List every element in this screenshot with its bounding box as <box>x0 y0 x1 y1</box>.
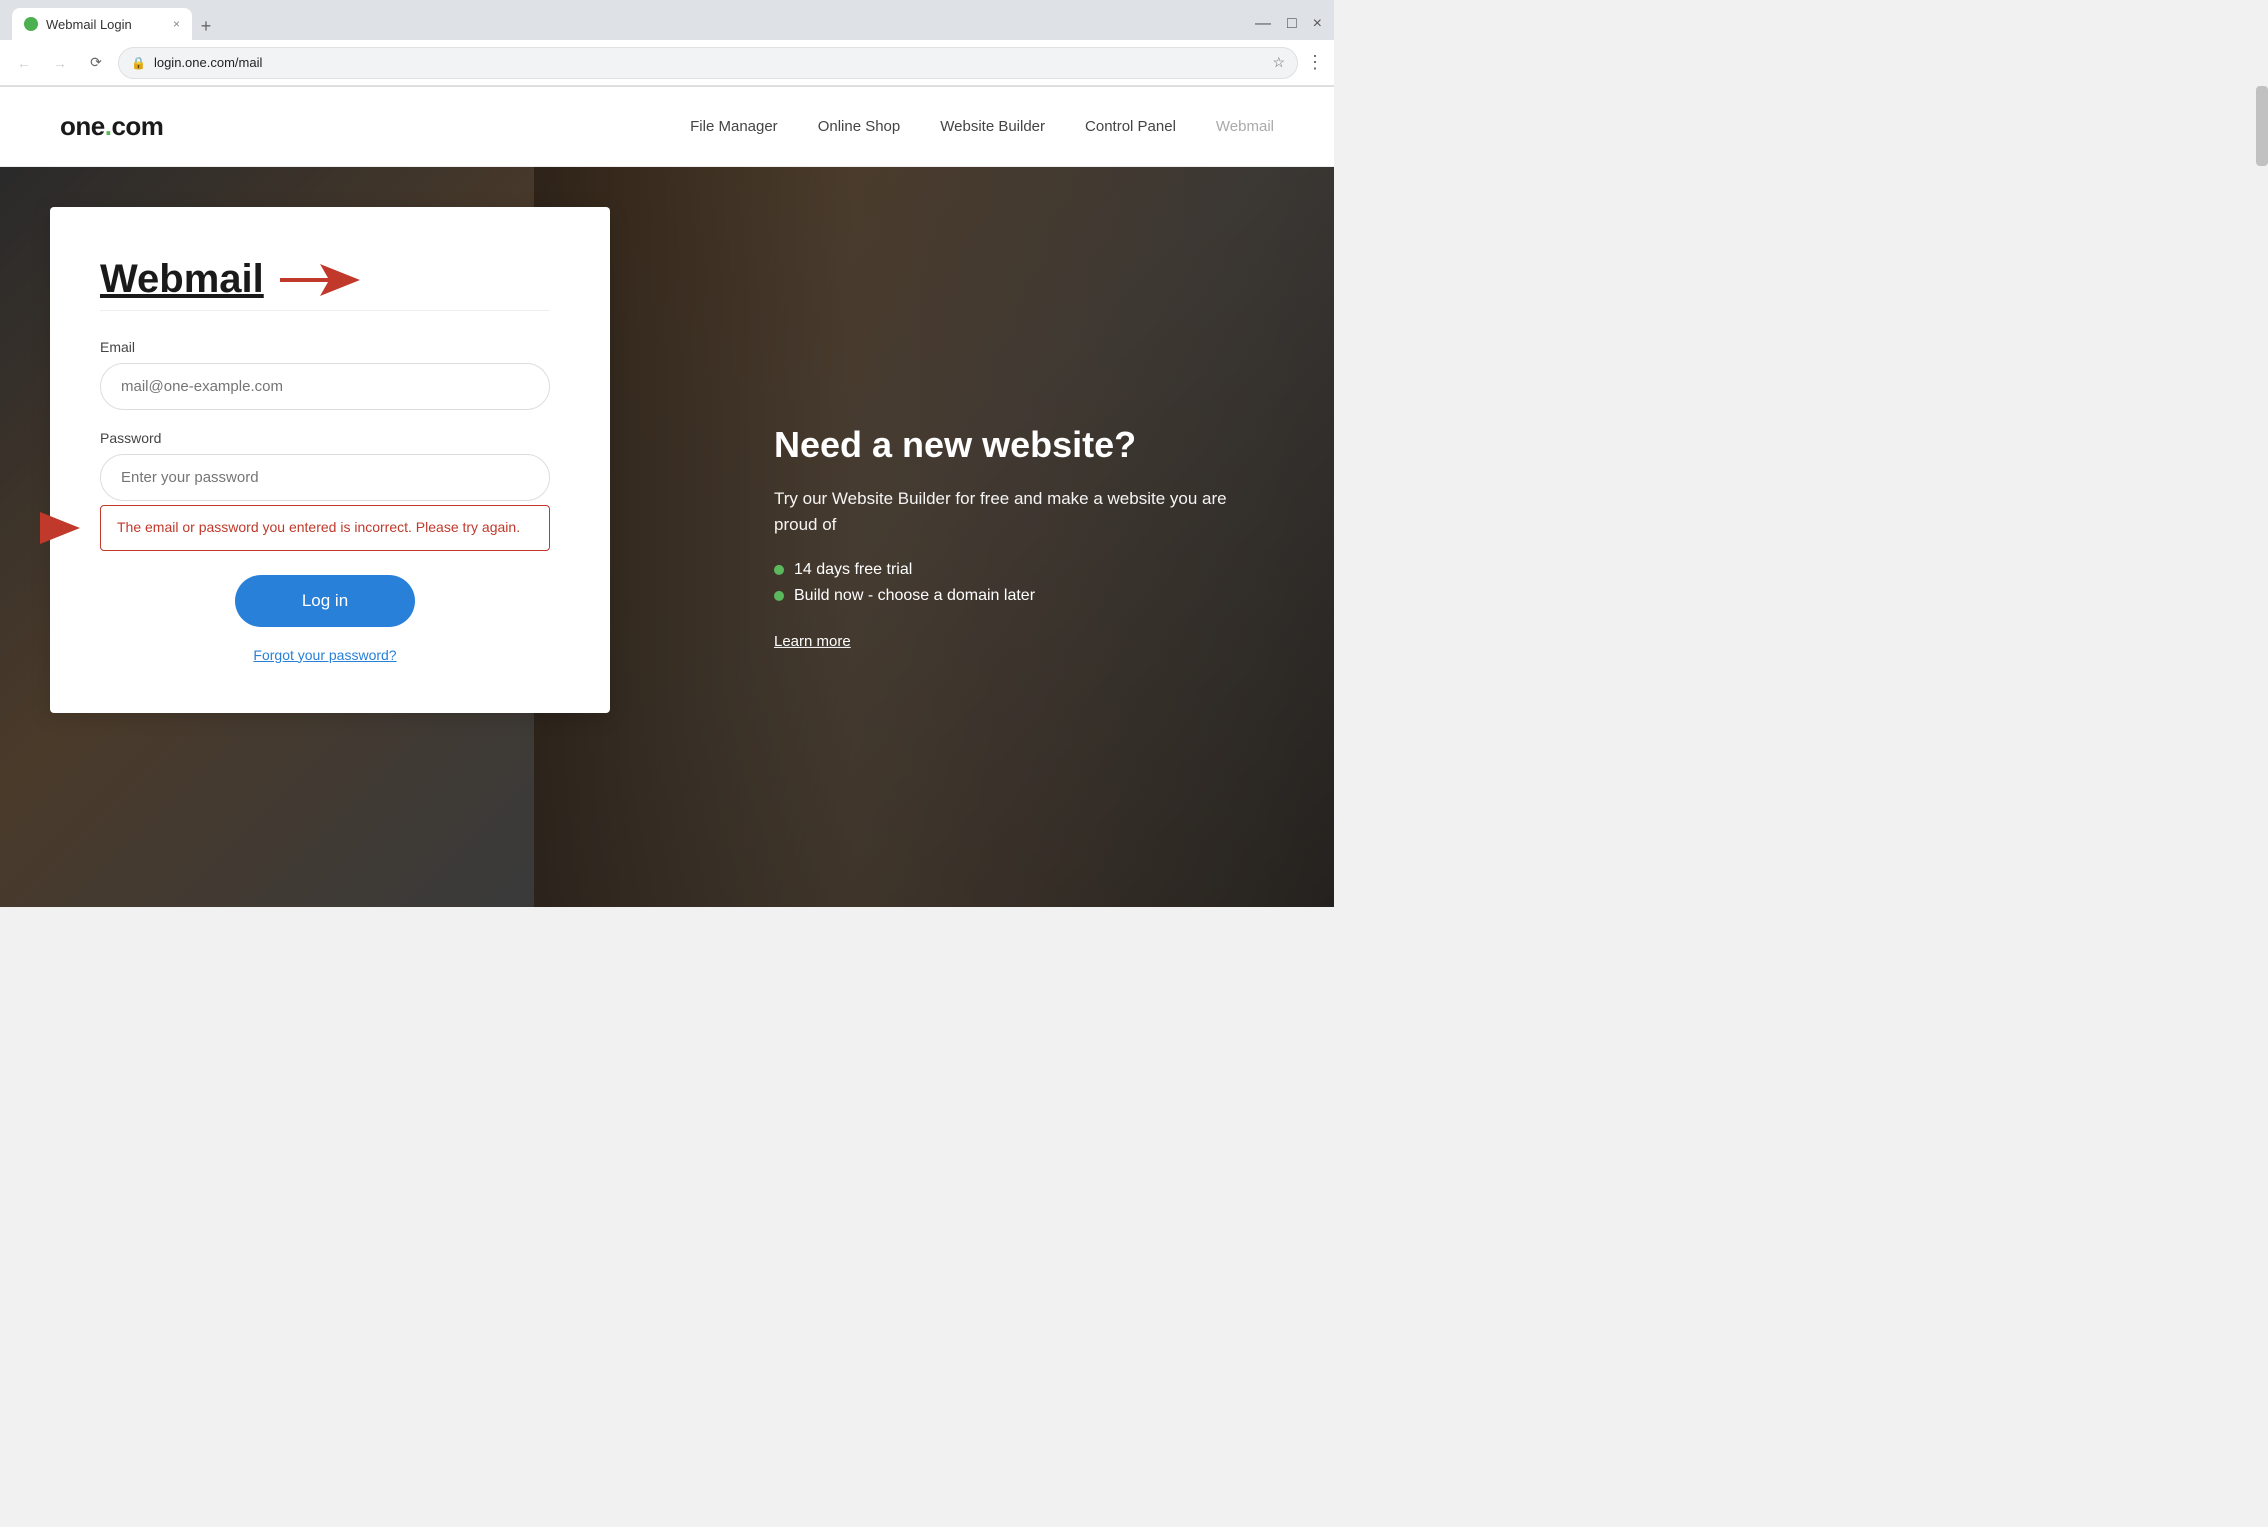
hero-bullet-2-text: Build now - choose a domain later <box>794 587 1035 605</box>
address-text: login.one.com/mail <box>154 55 1264 70</box>
back-button[interactable]: ← <box>10 49 38 77</box>
nav-website-builder[interactable]: Website Builder <box>940 118 1045 135</box>
maximize-button[interactable]: □ <box>1287 15 1297 33</box>
browser-chrome: Webmail Login × + — □ × ← → ⟳ 🔒 login.on… <box>0 0 1334 87</box>
nav-control-panel[interactable]: Control Panel <box>1085 118 1176 135</box>
login-divider <box>100 310 550 311</box>
window-controls: — □ × <box>1255 15 1322 33</box>
website-content: one.com File Manager Online Shop Website… <box>0 87 1334 907</box>
password-label: Password <box>100 430 550 446</box>
error-container: The email or password you entered is inc… <box>100 505 550 551</box>
scrollbar-thumb[interactable] <box>2256 86 2268 166</box>
error-message-box: The email or password you entered is inc… <box>100 505 550 551</box>
forward-button[interactable]: → <box>46 49 74 77</box>
reload-button[interactable]: ⟳ <box>82 49 110 77</box>
hero-learn-more-link[interactable]: Learn more <box>774 633 851 650</box>
nav-file-manager[interactable]: File Manager <box>690 118 778 135</box>
scrollbar[interactable] <box>2256 86 2268 926</box>
browser-menu-button[interactable]: ⋮ <box>1306 52 1324 73</box>
error-message-text: The email or password you entered is inc… <box>117 518 520 538</box>
minimize-button[interactable]: — <box>1255 15 1271 33</box>
tab-favicon <box>24 17 38 31</box>
active-tab[interactable]: Webmail Login × <box>12 8 192 40</box>
bullet-dot-2 <box>774 591 784 601</box>
login-card: Webmail Email Password The email <box>50 207 610 713</box>
email-input[interactable] <box>100 363 550 410</box>
nav-webmail[interactable]: Webmail <box>1216 118 1274 135</box>
hero-subtitle: Try our Website Builder for free and mak… <box>774 486 1274 537</box>
webmail-title-row: Webmail <box>100 257 550 302</box>
logo-com: com <box>111 111 163 141</box>
site-header: one.com File Manager Online Shop Website… <box>0 87 1334 167</box>
browser-toolbar: ← → ⟳ 🔒 login.one.com/mail ☆ ⋮ <box>0 40 1334 86</box>
arrow-svg <box>280 260 360 300</box>
browser-titlebar: Webmail Login × + — □ × <box>0 0 1334 40</box>
bookmark-icon[interactable]: ☆ <box>1272 54 1285 71</box>
hero-bullet-1-text: 14 days free trial <box>794 561 912 579</box>
hero-title: Need a new website? <box>774 423 1274 466</box>
site-nav: File Manager Online Shop Website Builder… <box>690 118 1274 135</box>
hero-section: Need a new website? Try our Website Buil… <box>0 167 1334 907</box>
error-arrow-shape <box>40 512 80 544</box>
logo-one: one <box>60 111 105 141</box>
bullet-dot-1 <box>774 565 784 575</box>
error-arrow <box>40 512 80 544</box>
red-arrow-decoration <box>280 260 360 300</box>
hero-bullet-2: Build now - choose a domain later <box>774 587 1274 605</box>
login-button[interactable]: Log in <box>235 575 415 627</box>
email-label: Email <box>100 339 550 355</box>
hero-bullet-1: 14 days free trial <box>774 561 1274 579</box>
close-button[interactable]: × <box>1313 15 1322 33</box>
forgot-password-link[interactable]: Forgot your password? <box>100 647 550 663</box>
lock-icon: 🔒 <box>131 56 146 70</box>
nav-online-shop[interactable]: Online Shop <box>818 118 901 135</box>
webmail-title: Webmail <box>100 257 264 302</box>
tab-close-button[interactable]: × <box>173 17 180 31</box>
hero-bullets: 14 days free trial Build now - choose a … <box>774 561 1274 605</box>
hero-content: Need a new website? Try our Website Buil… <box>774 423 1274 651</box>
tab-bar: Webmail Login × + <box>12 8 1255 40</box>
password-input[interactable] <box>100 454 550 501</box>
site-logo[interactable]: one.com <box>60 111 163 142</box>
new-tab-button[interactable]: + <box>192 12 220 40</box>
tab-title: Webmail Login <box>46 17 132 32</box>
address-bar[interactable]: 🔒 login.one.com/mail ☆ <box>118 47 1298 79</box>
